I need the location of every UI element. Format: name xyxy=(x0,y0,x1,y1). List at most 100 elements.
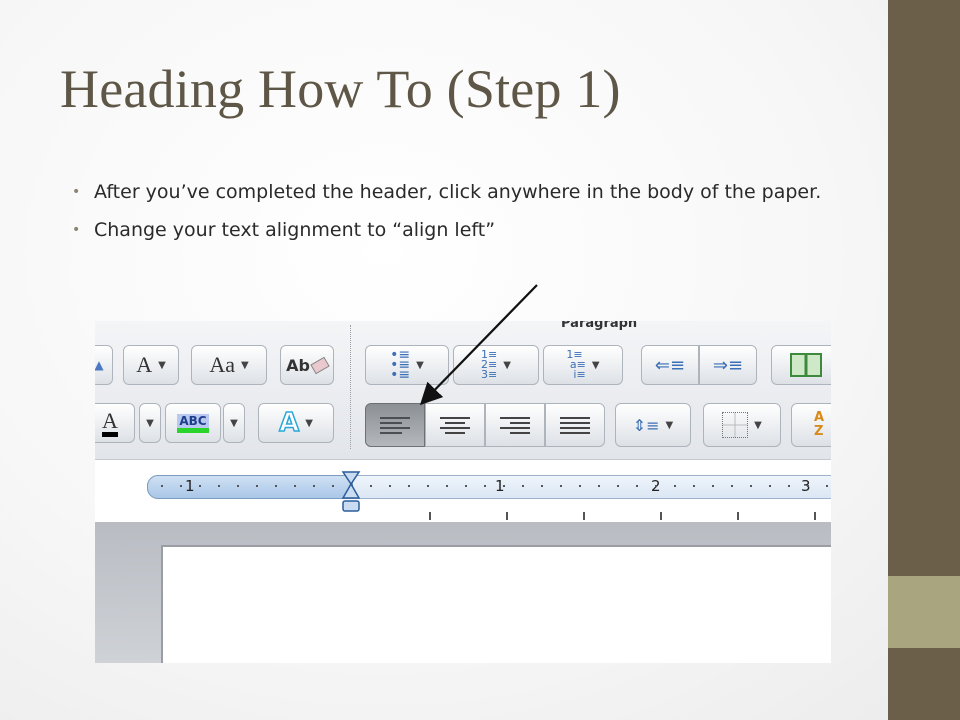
align-right-icon xyxy=(500,416,530,434)
increase-indent-icon: ⇒≡ xyxy=(712,354,744,376)
font-size-button[interactable]: A ▼ xyxy=(123,345,179,385)
ruler-tick xyxy=(313,485,315,487)
ruler-tick xyxy=(598,485,600,487)
dropdown-icon: ▼ xyxy=(230,417,238,429)
change-case-button[interactable]: Aa ▼ xyxy=(191,345,267,385)
ruler-tick xyxy=(788,485,790,487)
align-left-icon xyxy=(380,416,410,434)
align-left-button[interactable] xyxy=(365,403,425,447)
ruler-margin xyxy=(147,475,353,499)
ruler-tick-tall xyxy=(737,512,739,520)
ruler-tick xyxy=(370,485,372,487)
increase-indent-button[interactable]: ⇒≡ xyxy=(699,345,757,385)
ruler-tick xyxy=(427,485,429,487)
ruler-tick xyxy=(237,485,239,487)
slide-title: Heading How To (Step 1) xyxy=(60,59,621,119)
ruler-tick xyxy=(275,485,277,487)
dropdown-icon: ▼ xyxy=(158,359,166,371)
multilevel-list-icon: 1≡ a≡ i≡ xyxy=(566,348,586,381)
dropdown-icon: ▼ xyxy=(146,417,154,429)
ruler-tick-tall xyxy=(814,512,816,520)
ruler-tick-tall xyxy=(506,512,508,520)
text-effects-label: A xyxy=(278,407,300,439)
ruler-tick xyxy=(541,485,543,487)
dropdown-icon: ▼ xyxy=(665,419,674,431)
align-center-button[interactable] xyxy=(425,403,485,447)
document-page[interactable] xyxy=(161,545,831,663)
word-screenshot: Paragraph ▲ A ▼ Aa ▼ Ab •≡ •≡ •≡ ▼ 1≡ 2≡ 3≡ … xyxy=(95,321,831,663)
ruler-tick xyxy=(731,485,733,487)
font-color-dropdown[interactable]: ▼ xyxy=(139,403,161,443)
ruler-tick xyxy=(636,485,638,487)
sidebar-accent-block xyxy=(888,576,960,648)
ruler-tick xyxy=(674,485,676,487)
dropdown-icon: ▼ xyxy=(305,417,313,429)
font-color-label: A xyxy=(102,409,118,437)
highlight-button[interactable]: ABC xyxy=(165,403,221,443)
ruler-tick-tall xyxy=(429,512,431,520)
ruler-tick xyxy=(484,485,486,487)
sort-button[interactable]: A Z xyxy=(791,403,831,447)
numbering-button[interactable]: 1≡ 2≡ 3≡ ▼ xyxy=(453,345,539,385)
ruler-tick xyxy=(218,485,220,487)
ruler-tick xyxy=(503,485,505,487)
highlight-dropdown[interactable]: ▼ xyxy=(223,403,245,443)
bullet-list-icon: •≡ •≡ •≡ xyxy=(390,347,411,383)
ruler-tick xyxy=(522,485,524,487)
line-spacing-icon: ⇕≡ xyxy=(632,415,660,435)
ruler-tick xyxy=(256,485,258,487)
ruler-tick xyxy=(655,485,657,487)
ruler-tick xyxy=(294,485,296,487)
ruler-tick xyxy=(560,485,562,487)
dropdown-icon: ▼ xyxy=(591,359,600,371)
decrease-indent-icon: ⇐≡ xyxy=(654,354,686,376)
align-right-button[interactable] xyxy=(485,403,545,447)
indent-marker-icon[interactable] xyxy=(341,470,361,514)
ruler[interactable]: 1 1 2 3 xyxy=(95,460,831,522)
columns-button[interactable] xyxy=(771,345,831,385)
ruler-tick xyxy=(180,485,182,487)
ruler-tick xyxy=(693,485,695,487)
font-color-button[interactable]: A xyxy=(95,403,135,443)
line-spacing-button[interactable]: ⇕≡ ▼ xyxy=(615,403,691,447)
bullet-item: After you’ve completed the header, click… xyxy=(72,176,842,208)
ruler-tick xyxy=(161,485,163,487)
paragraph-group-label: Paragraph xyxy=(561,321,638,331)
eraser-icon xyxy=(310,356,330,374)
align-center-icon xyxy=(440,416,470,434)
dropdown-icon: ▼ xyxy=(416,359,424,371)
ruler-tick xyxy=(750,485,752,487)
ruler-tick xyxy=(769,485,771,487)
ruler-tick xyxy=(807,485,809,487)
highlight-label: ABC xyxy=(177,413,209,433)
multilevel-list-button[interactable]: 1≡ a≡ i≡ ▼ xyxy=(543,345,623,385)
ruler-number: 1 xyxy=(185,477,195,495)
bullet-list: After you’ve completed the header, click… xyxy=(72,176,842,252)
justify-button[interactable] xyxy=(545,403,605,447)
text-effects-button[interactable]: A ▼ xyxy=(258,403,334,443)
ruler-tick xyxy=(826,485,828,487)
dropdown-icon: ▼ xyxy=(503,359,511,371)
bullet-item: Change your text alignment to “align lef… xyxy=(72,214,842,246)
clear-formatting-button[interactable]: Ab xyxy=(280,345,334,385)
borders-button[interactable]: ▼ xyxy=(703,403,781,447)
ruler-tick xyxy=(408,485,410,487)
ruler-tick xyxy=(446,485,448,487)
clear-format-label: Ab xyxy=(286,355,310,375)
bullets-button[interactable]: •≡ •≡ •≡ ▼ xyxy=(365,345,449,385)
borders-icon xyxy=(722,412,749,438)
ruler-tick xyxy=(199,485,201,487)
triangle-up-icon: ▲ xyxy=(95,358,104,372)
dropdown-icon: ▼ xyxy=(240,359,249,371)
ruler-tick-tall xyxy=(660,512,662,520)
change-case-label: Aa xyxy=(209,352,235,377)
decrease-indent-button[interactable]: ⇐≡ xyxy=(641,345,699,385)
columns-icon xyxy=(790,353,822,377)
justify-icon xyxy=(560,416,590,434)
numbered-list-icon: 1≡ 2≡ 3≡ xyxy=(481,348,498,381)
partial-font-button[interactable]: ▲ xyxy=(95,345,113,385)
ruler-tick xyxy=(712,485,714,487)
ruler-tick xyxy=(617,485,619,487)
ruler-tick xyxy=(465,485,467,487)
ruler-tick xyxy=(389,485,391,487)
